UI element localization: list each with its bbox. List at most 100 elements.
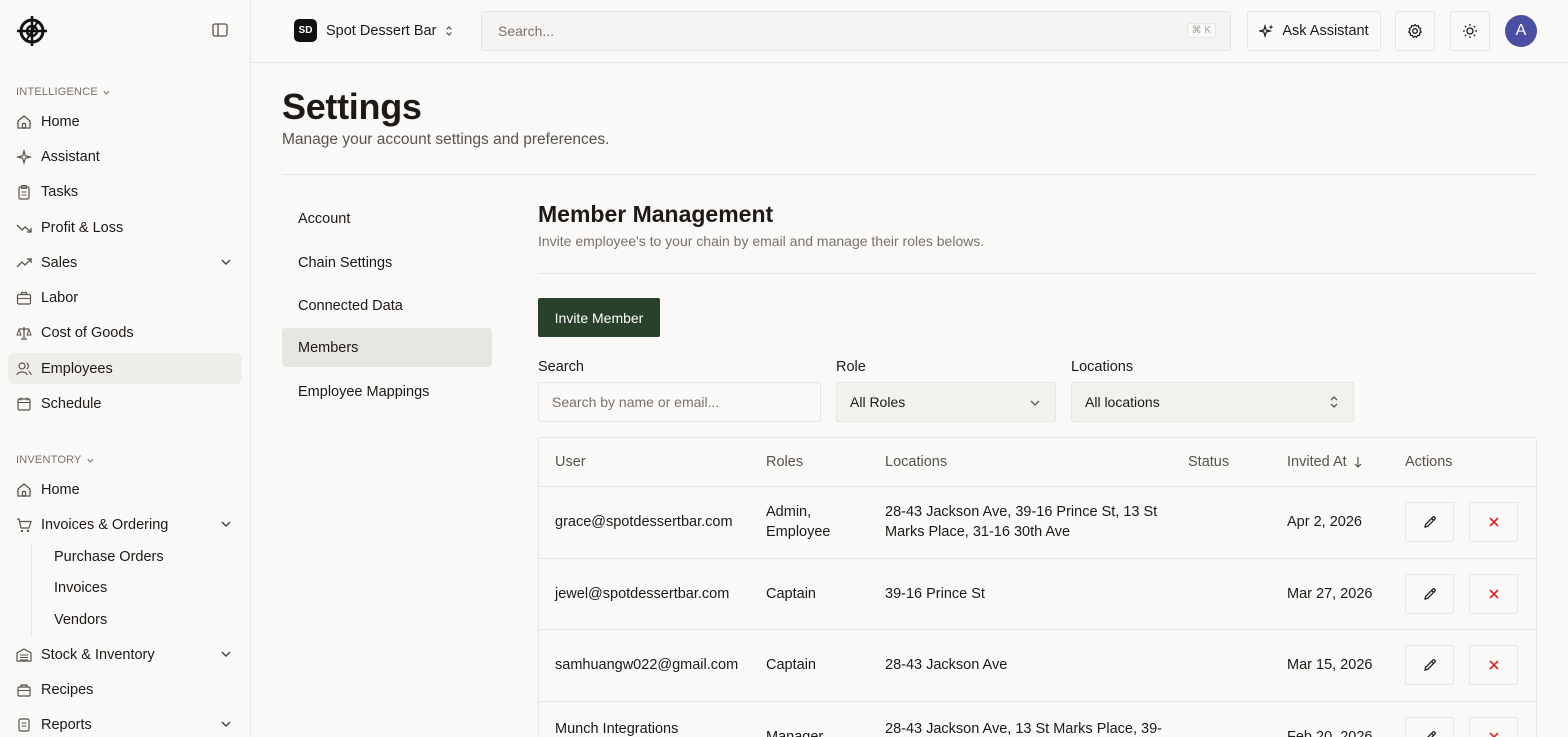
sidebar-item-employees[interactable]: Employees: [8, 353, 242, 384]
close-icon: [1488, 660, 1499, 670]
sidebar-item-sales[interactable]: Sales: [8, 247, 242, 278]
edit-member-button[interactable]: [1405, 645, 1454, 685]
column-header-user[interactable]: User: [555, 454, 586, 470]
trend-up-icon: [16, 255, 32, 271]
gear-icon: [1407, 23, 1423, 39]
divider: [538, 273, 1537, 274]
column-header-locations[interactable]: Locations: [885, 454, 947, 470]
edit-member-button[interactable]: [1405, 574, 1454, 614]
edit-member-button[interactable]: [1405, 502, 1454, 542]
remove-member-button[interactable]: [1469, 502, 1518, 542]
cell-invited-at: Mar 15, 2026: [1287, 657, 1373, 673]
sparkle-icon: [16, 148, 32, 165]
arrow-down-icon: [1354, 457, 1362, 468]
search-shortcut-badge: ⌘ K: [1186, 23, 1216, 38]
sidebar-subitem-invoices[interactable]: Invoices: [54, 580, 107, 596]
cell-locations: 28-43 Jackson Ave, 13 St Marks Place, 39…: [885, 721, 1162, 737]
sidebar-item-assistant[interactable]: Assistant: [8, 141, 242, 172]
scale-icon: [16, 325, 32, 341]
brand-logo-icon[interactable]: [16, 15, 48, 47]
chevron-down-icon[interactable]: [220, 518, 232, 530]
settings-tab-members[interactable]: Members: [282, 328, 492, 367]
sidebar-subitem-purchase-orders[interactable]: Purchase Orders: [54, 549, 164, 565]
avatar[interactable]: A: [1505, 15, 1537, 47]
column-header-invited-at[interactable]: Invited At: [1287, 454, 1363, 470]
edit-member-button[interactable]: [1405, 717, 1454, 737]
settings-button[interactable]: [1395, 11, 1435, 51]
sidebar: INTELLIGENCE Home Assistant Tasks Profit…: [0, 0, 251, 737]
settings-tab-account[interactable]: Account: [282, 199, 492, 238]
sidebar-item-inventory-home[interactable]: Home: [8, 474, 242, 505]
chevron-down-icon: [86, 458, 94, 463]
org-switcher[interactable]: SD Spot Dessert Bar: [294, 19, 454, 42]
chevron-down-icon[interactable]: [220, 648, 232, 660]
member-search-input[interactable]: Search by name or email...: [538, 382, 821, 422]
chevron-down-icon[interactable]: [220, 256, 232, 268]
settings-tab-chain-settings[interactable]: Chain Settings: [282, 243, 492, 282]
chevron-down-icon: [1030, 400, 1040, 406]
table-row: Munch Integrations Manager 28-43 Jackson…: [539, 701, 1536, 737]
sidebar-toggle-icon[interactable]: [212, 23, 230, 39]
org-badge: SD: [294, 19, 317, 42]
sidebar-subitem-vendors[interactable]: Vendors: [54, 612, 107, 628]
sidebar-item-home[interactable]: Home: [8, 106, 242, 137]
close-icon: [1488, 589, 1499, 599]
column-header-actions: Actions: [1405, 454, 1453, 470]
cell-locations: 28-43 Jackson Ave: [885, 657, 1008, 673]
pencil-icon: [1423, 659, 1436, 671]
warehouse-icon: [16, 647, 32, 663]
remove-member-button[interactable]: [1469, 645, 1518, 685]
cell-user: grace@spotdessertbar.com: [555, 514, 733, 530]
org-name: Spot Dessert Bar: [326, 22, 437, 39]
pencil-icon: [1423, 516, 1436, 528]
search-filter-label: Search: [538, 359, 584, 375]
cell-invited-at: Mar 27, 2026: [1287, 586, 1373, 602]
home-icon: [16, 482, 32, 498]
table-row: grace@spotdessertbar.com Admin, Employee…: [539, 486, 1536, 558]
users-icon: [16, 361, 32, 377]
sidebar-item-cost-of-goods[interactable]: Cost of Goods: [8, 317, 242, 348]
sidebar-item-tasks[interactable]: Tasks: [8, 176, 242, 207]
cell-invited-at: Apr 2, 2026: [1287, 514, 1362, 530]
members-table: User Roles Locations Status Invited At A…: [538, 437, 1537, 737]
remove-member-button[interactable]: [1469, 717, 1518, 737]
role-filter-label: Role: [836, 359, 866, 375]
cell-roles: Captain: [766, 657, 816, 673]
sidebar-item-profit-loss[interactable]: Profit & Loss: [8, 212, 242, 243]
sidebar-item-schedule[interactable]: Schedule: [8, 388, 242, 419]
remove-member-button[interactable]: [1469, 574, 1518, 614]
briefcase-icon: [16, 290, 32, 306]
sidebar-item-reports[interactable]: Reports: [8, 709, 242, 737]
sidebar-item-stock-inventory[interactable]: Stock & Inventory: [8, 639, 242, 670]
cell-roles: Admin, Employee: [766, 504, 831, 540]
calendar-icon: [16, 396, 32, 412]
table-row: jewel@spotdessertbar.com Captain 39-16 P…: [539, 558, 1536, 629]
ask-assistant-button[interactable]: Ask Assistant: [1247, 11, 1381, 51]
sidebar-item-invoices-ordering[interactable]: Invoices & Ordering: [8, 509, 242, 540]
section-label-intelligence[interactable]: INTELLIGENCE: [16, 86, 111, 98]
sidebar-item-labor[interactable]: Labor: [8, 282, 242, 313]
settings-tab-employee-mappings[interactable]: Employee Mappings: [282, 372, 492, 411]
submenu-guide-line: [31, 543, 32, 637]
global-search-input[interactable]: Search... ⌘ K: [481, 11, 1231, 51]
chevron-down-icon: [103, 90, 110, 95]
page-subtitle: Manage your account settings and prefere…: [282, 131, 610, 148]
cell-roles: Captain: [766, 586, 816, 602]
section-title: Member Management: [538, 201, 774, 227]
locations-select[interactable]: All locations: [1071, 382, 1354, 422]
divider: [282, 174, 1537, 175]
section-label-inventory[interactable]: INVENTORY: [16, 454, 95, 466]
page-title: Settings: [282, 86, 422, 127]
role-select[interactable]: All Roles: [836, 382, 1056, 422]
chevron-down-icon[interactable]: [220, 718, 232, 730]
column-header-status[interactable]: Status: [1188, 454, 1229, 470]
invite-member-button[interactable]: Invite Member: [538, 298, 660, 337]
column-header-roles[interactable]: Roles: [766, 454, 803, 470]
sparkle-icon: [1259, 23, 1274, 39]
chevrons-up-down-icon: [1330, 396, 1338, 408]
sidebar-item-recipes[interactable]: Recipes: [8, 674, 242, 705]
settings-tab-connected-data[interactable]: Connected Data: [282, 286, 492, 325]
cell-invited-at: Feb 20, 2026: [1287, 729, 1373, 737]
theme-toggle-button[interactable]: [1450, 11, 1490, 51]
pencil-icon: [1423, 588, 1436, 600]
